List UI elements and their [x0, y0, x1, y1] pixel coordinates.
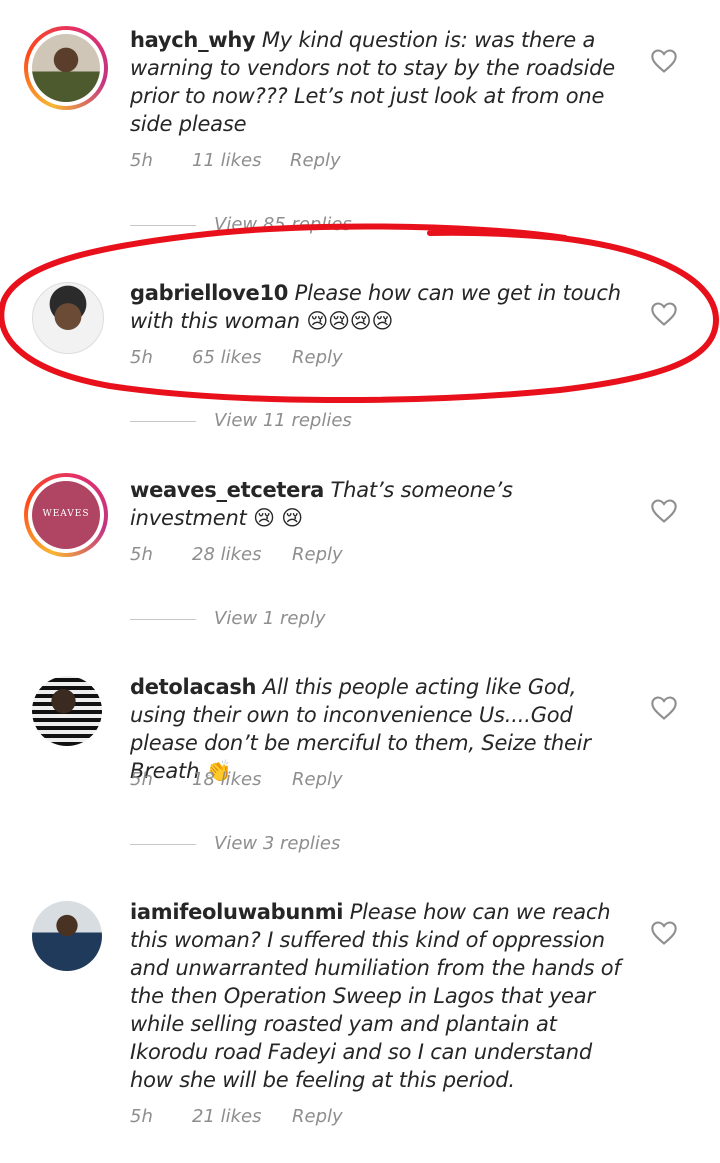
likes-count[interactable]: 21 likes — [192, 1106, 262, 1127]
likes-count[interactable]: 28 likes — [192, 544, 262, 565]
comment-text: gabriellove10 Please how can we get in t… — [130, 279, 630, 335]
username[interactable]: gabriellove10 — [130, 281, 288, 305]
username[interactable]: weaves_etcetera — [130, 478, 324, 502]
heart-icon[interactable] — [650, 920, 678, 946]
avatar-wrap[interactable] — [24, 670, 108, 754]
likes-count[interactable]: 11 likes — [192, 150, 262, 171]
comment-body: Please how can we reach this woman? I su… — [130, 900, 621, 1092]
username[interactable]: iamifeoluwabunmi — [130, 900, 344, 924]
heart-icon[interactable] — [650, 498, 678, 524]
avatar[interactable] — [32, 901, 102, 971]
timestamp: 5h — [130, 544, 153, 565]
likes-count[interactable]: 65 likes — [192, 347, 262, 368]
view-replies[interactable]: View 85 replies — [130, 214, 352, 235]
view-replies[interactable]: View 1 reply — [130, 608, 326, 629]
story-ring[interactable]: WEAVES — [24, 473, 108, 557]
view-replies-label[interactable]: View 3 replies — [214, 833, 340, 854]
avatar[interactable] — [32, 676, 102, 746]
reply-button[interactable]: Reply — [292, 544, 343, 565]
reply-button[interactable]: Reply — [292, 347, 343, 368]
avatar-logo-text: WEAVES — [42, 509, 90, 519]
avatar[interactable] — [32, 34, 100, 102]
story-ring[interactable] — [24, 26, 108, 110]
comment-text: weaves_etcetera That’s someone’s investm… — [130, 476, 630, 532]
heart-icon[interactable] — [650, 48, 678, 74]
view-replies[interactable]: View 11 replies — [130, 410, 352, 431]
timestamp: 5h — [130, 347, 153, 368]
heart-icon[interactable] — [650, 301, 678, 327]
username[interactable]: detolacash — [130, 675, 256, 699]
emoji: 😢 😢 — [253, 506, 303, 530]
timestamp: 5h — [130, 150, 153, 171]
comment-text: iamifeoluwabunmi Please how can we reach… — [130, 898, 630, 1094]
view-replies[interactable]: View 3 replies — [130, 833, 340, 854]
avatar[interactable] — [32, 282, 104, 354]
avatar[interactable]: WEAVES — [32, 481, 100, 549]
avatar-wrap[interactable] — [24, 895, 108, 979]
view-replies-label[interactable]: View 1 reply — [214, 608, 326, 629]
heart-icon[interactable] — [650, 695, 678, 721]
username[interactable]: haych_why — [130, 28, 256, 52]
reply-button[interactable]: Reply — [292, 1106, 343, 1127]
reply-button[interactable]: Reply — [292, 769, 343, 790]
view-replies-label[interactable]: View 85 replies — [214, 214, 352, 235]
likes-count[interactable]: 18 likes — [192, 769, 262, 790]
emoji: 😢😢😢😢 — [306, 309, 394, 333]
timestamp: 5h — [130, 769, 153, 790]
reply-button[interactable]: Reply — [290, 150, 341, 171]
view-replies-label[interactable]: View 11 replies — [214, 410, 352, 431]
avatar-wrap[interactable] — [24, 276, 108, 360]
timestamp: 5h — [130, 1106, 153, 1127]
comment-text: haych_why My kind question is: was there… — [130, 26, 630, 138]
